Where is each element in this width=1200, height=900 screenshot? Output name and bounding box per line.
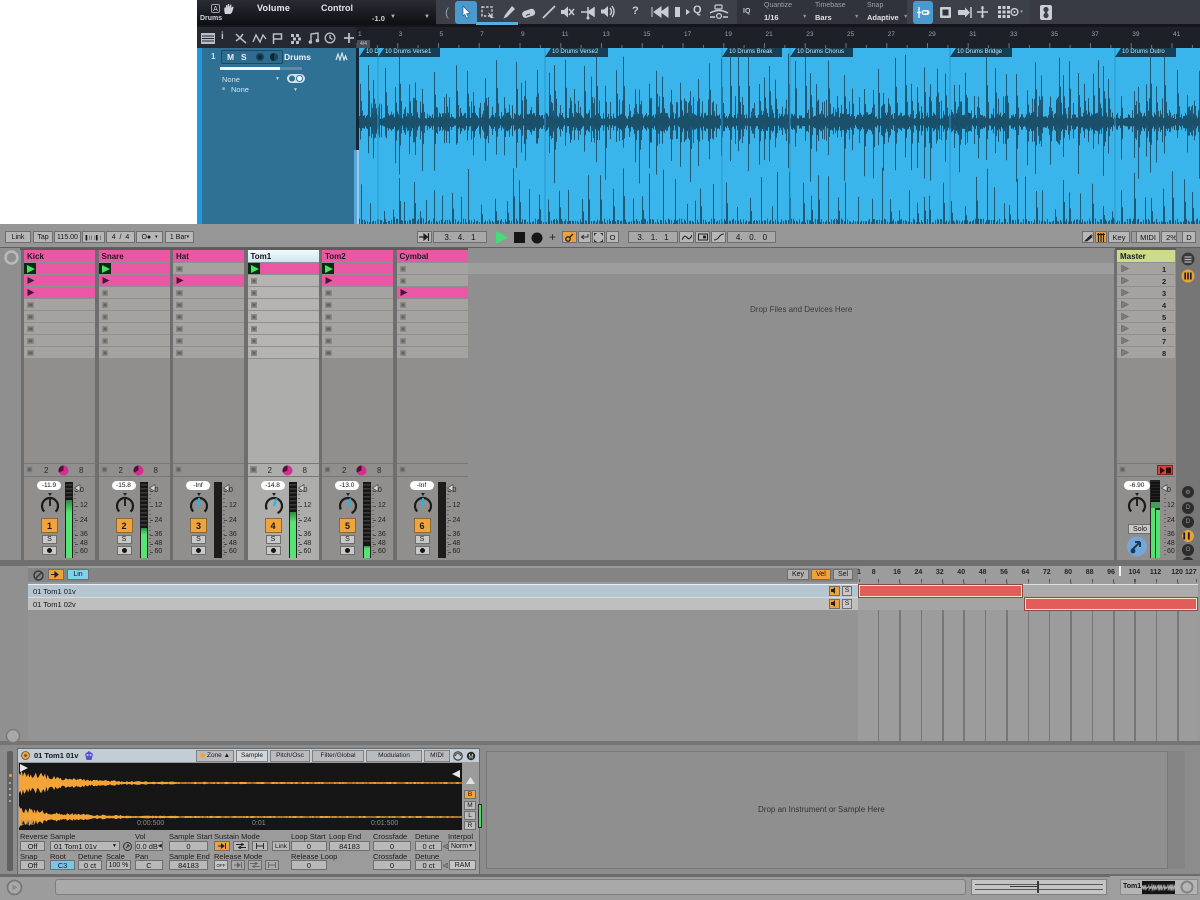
svg-text:M: M — [469, 754, 474, 760]
